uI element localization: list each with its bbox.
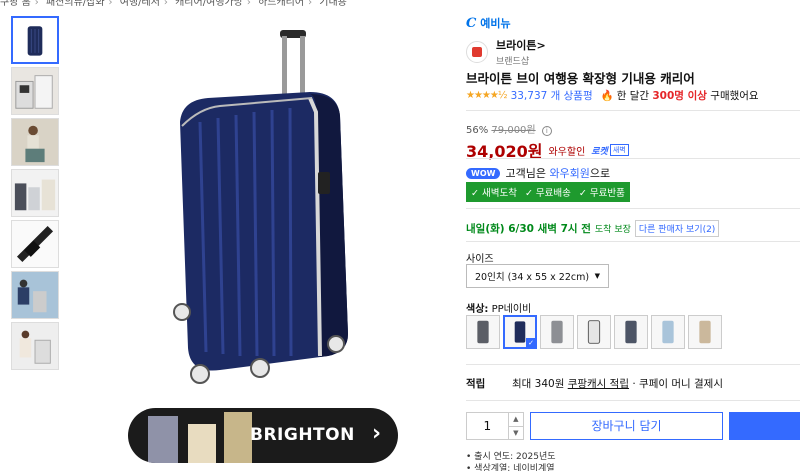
color-swatch-list: ✓ <box>466 315 722 349</box>
size-select-value: 20인치 (34 x 55 x 22cm) <box>475 272 590 283</box>
benefit-dawn-delivery: ✓ 새벽도착 <box>471 188 517 199</box>
divider <box>466 241 800 242</box>
rocket-delivery-icon: 로켓 <box>591 146 608 157</box>
thumbnail-lifestyle[interactable] <box>11 322 59 370</box>
chevron-right-icon: › <box>246 0 251 8</box>
store-subtitle: 브랜드샵 <box>496 57 530 67</box>
add-to-cart-button[interactable]: 장바구니 담기 <box>530 412 723 440</box>
breadcrumb-item[interactable]: 기내용 <box>319 0 347 8</box>
breadcrumb-item[interactable]: 하드캐리어 <box>258 0 304 8</box>
breadcrumb-item[interactable]: 캐리어/여행가방 <box>175 0 243 8</box>
purchase-suffix: 구매했어요 <box>710 90 759 102</box>
wow-discount-label: 와우할인 <box>548 146 586 158</box>
review-count-link[interactable]: 33,737 개 상품평 <box>511 88 593 103</box>
banner-brand-text: BRIGHTON <box>250 425 355 445</box>
color-label-value: PP네이비 <box>491 304 532 315</box>
price-block: 56% 79,000원 i 34,020원 와우할인 로켓 새벽 <box>466 121 629 162</box>
benefit-free-shipping: ✓ 무료배송 <box>524 188 571 199</box>
purchase-count: 300명 이상 <box>652 90 707 102</box>
cashback-row: 적립 최대 340원 쿠팡캐시 적립 · 쿠페이 머니 결제시 <box>466 376 723 391</box>
color-swatch[interactable] <box>540 315 574 349</box>
color-swatch[interactable] <box>614 315 648 349</box>
quantity-increase-button[interactable]: ▲ <box>508 413 523 427</box>
cashback-link[interactable]: 쿠팡캐시 적립 <box>568 376 629 391</box>
benefit-free-return: ✓ 무료반품 <box>578 188 625 199</box>
chevron-right-icon: > <box>536 39 546 52</box>
color-swatch[interactable] <box>466 315 500 349</box>
color-swatch[interactable] <box>688 315 722 349</box>
quantity-input[interactable]: 1 <box>467 413 508 439</box>
delivery-date: 내일(화) 6/30 새벽 7시 전 <box>466 223 591 235</box>
check-icon: ✓ <box>526 338 536 348</box>
thumbnail-handle-detail[interactable] <box>11 220 59 268</box>
breadcrumb: 쿠팡 홈 › 패션의류/잡화 › 여행/레저 › 캐리어/여행가방 › 하드캐리어 › 기… <box>0 0 347 8</box>
vendor-mark: C <box>466 16 477 31</box>
thumbnail-set-lineup[interactable] <box>11 169 59 217</box>
vendor-tag: C 예비뉴 <box>466 15 511 31</box>
rocket-dawn-badge: 새벽 <box>609 144 629 156</box>
cashback-label: 적립 <box>466 378 486 390</box>
thumbnail-model-sitting[interactable] <box>11 118 59 166</box>
discount-rate: 56% <box>466 125 489 136</box>
thumbnail-model-pair[interactable] <box>11 271 59 319</box>
spec-item: 출시 연도: 2025년도 <box>466 451 555 463</box>
chevron-right-icon: › <box>308 0 313 8</box>
size-label: 사이즈 <box>466 254 494 265</box>
divider <box>466 158 800 159</box>
delivery-guarantee: 도착 보장 <box>594 225 631 235</box>
color-swatch-selected[interactable]: ✓ <box>503 315 537 349</box>
size-select[interactable]: 20인치 (34 x 55 x 22cm) ▼ <box>466 264 609 288</box>
color-label-title: 색상: <box>466 304 489 315</box>
caret-down-icon: ▼ <box>594 272 600 280</box>
star-rating-icon: ★★★★½ <box>466 90 508 101</box>
main-product-image[interactable] <box>160 22 370 392</box>
original-price: 79,000원 <box>491 125 536 136</box>
benefit-badges: ✓ 새벽도착 ✓ 무료배송 ✓ 무료반품 <box>466 182 630 202</box>
wow-membership-row: WOW 고객님은 와우회원 으로 <box>466 165 610 181</box>
thumbnail-open-case[interactable] <box>11 67 59 115</box>
vendor-tag-text: 예비뉴 <box>480 17 511 30</box>
product-title: 브라이튼 브이 여행용 확장형 기내용 캐리어 <box>466 71 695 86</box>
product-spec-list: 출시 연도: 2025년도 색상계열: 네이비계열 <box>466 451 556 471</box>
quantity-stepper: 1 ▲ ▼ <box>466 412 524 440</box>
cashback-suffix: · 쿠페이 머니 결제시 <box>632 378 723 390</box>
brand-banner[interactable]: BRIGHTON › <box>128 408 398 463</box>
quantity-decrease-button[interactable]: ▼ <box>509 427 523 440</box>
thumbnail-list <box>11 16 61 373</box>
divider <box>466 400 800 401</box>
color-swatch[interactable] <box>651 315 685 349</box>
wow-badge: WOW <box>466 167 501 179</box>
breadcrumb-item[interactable]: 여행/레저 <box>120 0 160 8</box>
purchase-prefix: 한 달간 <box>616 90 650 102</box>
chevron-right-icon: › <box>163 0 168 8</box>
color-swatch[interactable] <box>577 315 611 349</box>
store-info[interactable]: 브라이튼> 브랜드샵 <box>466 37 546 67</box>
other-sellers-button[interactable]: 다른 판매자 보기(2) <box>634 220 720 237</box>
spec-item: 색상계열: 네이비계열 <box>466 463 556 471</box>
color-label: 색상: PP네이비 <box>466 300 531 315</box>
chevron-right-icon: › <box>34 0 39 8</box>
divider <box>466 364 800 365</box>
divider <box>466 208 800 209</box>
chevron-right-icon: › <box>372 421 382 446</box>
store-name[interactable]: 브라이튼 <box>496 39 536 52</box>
chevron-right-icon: › <box>108 0 113 8</box>
divider <box>466 110 800 111</box>
store-logo[interactable] <box>466 41 488 63</box>
delivery-info: 내일(화) 6/30 새벽 7시 전 도착 보장 다른 판매자 보기(2) <box>466 220 720 237</box>
rating-row: ★★★★½ 33,737 개 상품평 🔥 한 달간 300명 이상 구매했어요 <box>466 88 759 103</box>
cashback-prefix: 최대 340원 <box>512 378 565 390</box>
breadcrumb-item[interactable]: 패션의류/잡화 <box>46 0 105 8</box>
thumbnail-front-navy[interactable] <box>11 16 59 64</box>
wow-text-prefix: 고객님은 <box>505 167 546 180</box>
breadcrumb-item[interactable]: 쿠팡 홈 <box>0 0 31 8</box>
fire-icon: 🔥 <box>600 90 614 102</box>
wow-text-suffix: 으로 <box>589 167 611 180</box>
wow-member-link[interactable]: 와우회원 <box>549 165 589 181</box>
info-icon[interactable]: i <box>541 126 552 136</box>
buy-now-button[interactable] <box>729 412 800 440</box>
suitcase-illustration <box>173 30 348 384</box>
